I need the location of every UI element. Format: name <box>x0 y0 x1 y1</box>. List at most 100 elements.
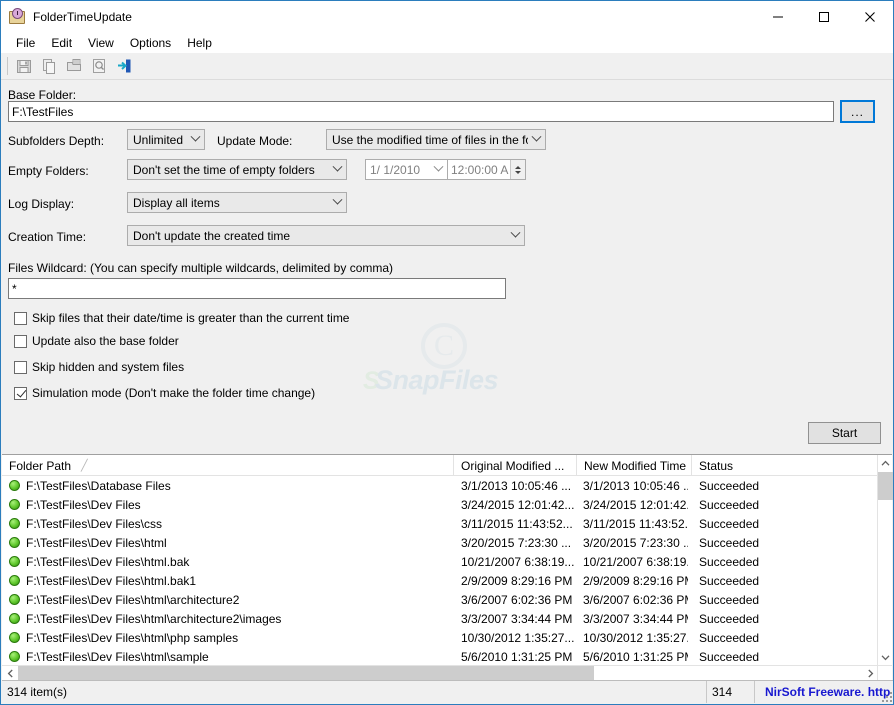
minimize-button[interactable] <box>755 1 801 32</box>
folder-path-text: F:\TestFiles\Database Files <box>26 478 171 493</box>
checkbox-box[interactable] <box>14 360 27 374</box>
checkbox-box[interactable] <box>14 386 27 400</box>
column-header-new-modified[interactable]: New Modified Time <box>577 455 692 476</box>
green-circle-icon <box>9 594 20 605</box>
scroll-up-icon[interactable] <box>878 455 893 472</box>
results-list: Folder Path ╱ Original Modified ... New … <box>2 454 893 681</box>
sort-indicator-icon: ╱ <box>81 460 88 472</box>
properties-icon[interactable] <box>62 55 86 78</box>
menu-bar: File Edit View Options Help <box>1 32 893 53</box>
column-label: Folder Path <box>9 458 72 473</box>
checkbox-simulation-mode[interactable]: Simulation mode (Don't make the folder t… <box>14 386 315 400</box>
time-spinner-buttons[interactable] <box>510 160 525 179</box>
cell-original-modified: 2/9/2009 8:29:16 PM <box>461 573 573 588</box>
cell-status: Succeeded <box>699 478 760 493</box>
menu-item-help[interactable]: Help <box>179 34 220 52</box>
cell-status: Succeeded <box>699 535 760 550</box>
table-row[interactable]: F:\TestFiles\Dev Files\html.bak 10/21/20… <box>2 552 878 571</box>
subfolders-depth-select[interactable]: Unlimited <box>127 129 205 150</box>
table-row[interactable]: F:\TestFiles\Database Files 3/1/2013 10:… <box>2 476 878 495</box>
checkbox-box[interactable] <box>14 311 27 325</box>
application-window: FolderTimeUpdate File Edit View Options … <box>0 0 894 705</box>
toolbar-grip <box>7 57 8 75</box>
scroll-down-icon[interactable] <box>878 649 893 666</box>
creation-time-select[interactable]: Don't update the created time <box>127 225 525 246</box>
table-row[interactable]: F:\TestFiles\Dev Files\html\architecture… <box>2 590 878 609</box>
checkbox-box[interactable] <box>14 334 27 348</box>
column-header-folder-path[interactable]: Folder Path ╱ <box>2 455 454 476</box>
maximize-button[interactable] <box>801 1 847 32</box>
green-circle-icon <box>9 480 20 491</box>
chevron-down-icon <box>187 131 204 143</box>
folder-path-text: F:\TestFiles\Dev Files\html <box>26 535 167 550</box>
empty-folders-value: Don't set the time of empty folders <box>133 162 315 177</box>
log-display-select[interactable]: Display all items <box>127 192 347 213</box>
vertical-scrollbar[interactable] <box>877 455 893 666</box>
green-circle-icon <box>9 651 20 662</box>
cell-new-modified: 10/21/2007 6:38:19... <box>583 554 688 569</box>
empty-folders-select[interactable]: Don't set the time of empty folders <box>127 159 347 180</box>
table-row[interactable]: F:\TestFiles\Dev Files\html 3/20/2015 7:… <box>2 533 878 552</box>
menu-item-view[interactable]: View <box>80 34 122 52</box>
table-row[interactable]: F:\TestFiles\Dev Files\html\architecture… <box>2 609 878 628</box>
time-spinner-input[interactable]: 12:00:00 A <box>448 159 526 180</box>
browse-button[interactable]: ... <box>840 100 875 123</box>
menu-item-options[interactable]: Options <box>122 34 179 52</box>
cell-status: Succeeded <box>699 573 760 588</box>
save-icon[interactable] <box>12 55 36 78</box>
folder-path-text: F:\TestFiles\Dev Files\html.bak1 <box>26 573 197 588</box>
scroll-right-icon[interactable] <box>862 666 878 681</box>
checkbox-label: Skip hidden and system files <box>32 360 185 374</box>
menu-item-edit[interactable]: Edit <box>43 34 80 52</box>
table-row[interactable]: F:\TestFiles\Dev Files\html\php samples … <box>2 628 878 647</box>
copy-icon[interactable] <box>37 55 61 78</box>
checkbox-label: Update also the base folder <box>32 334 179 348</box>
cell-new-modified: 10/30/2012 1:35:27... <box>583 630 688 645</box>
date-picker-input[interactable]: 1/ 1/2010 <box>365 159 448 180</box>
horizontal-scroll-thumb[interactable] <box>18 666 594 681</box>
spinner-down-icon[interactable] <box>515 170 521 174</box>
find-icon[interactable] <box>87 55 111 78</box>
scroll-left-icon[interactable] <box>2 666 18 681</box>
close-button[interactable] <box>847 1 893 32</box>
cell-original-modified: 10/30/2012 1:35:27... <box>461 630 574 645</box>
update-mode-label: Update Mode: <box>217 134 293 148</box>
column-header-status[interactable]: Status <box>692 455 878 476</box>
green-circle-icon <box>9 537 20 548</box>
vertical-scroll-thumb[interactable] <box>878 472 893 500</box>
folder-clock-icon <box>9 8 26 25</box>
checkbox-skip-hidden-system[interactable]: Skip hidden and system files <box>14 360 184 374</box>
folder-path-text: F:\TestFiles\Dev Files\css <box>26 516 163 531</box>
base-folder-input[interactable]: F:\TestFiles <box>8 101 834 122</box>
cell-new-modified: 3/11/2015 11:43:52... <box>583 516 688 531</box>
horizontal-scrollbar[interactable] <box>2 665 878 681</box>
column-header-original-modified[interactable]: Original Modified ... <box>454 455 577 476</box>
exit-icon[interactable] <box>112 55 136 78</box>
status-bar: 314 item(s) 314 NirSoft Freeware. http <box>2 680 893 703</box>
checkbox-skip-future-files[interactable]: Skip files that their date/time is great… <box>14 311 349 325</box>
cell-original-modified: 3/1/2013 10:05:46 ... <box>461 478 572 493</box>
table-row[interactable]: F:\TestFiles\Dev Files\css 3/11/2015 11:… <box>2 514 878 533</box>
log-display-label: Log Display: <box>8 197 75 211</box>
spinner-up-icon[interactable] <box>515 165 521 169</box>
table-row[interactable]: F:\TestFiles\Dev Files 3/24/2015 12:01:4… <box>2 495 878 514</box>
table-row[interactable]: F:\TestFiles\Dev Files\html.bak1 2/9/200… <box>2 571 878 590</box>
cell-new-modified: 5/6/2010 1:31:25 PM <box>583 649 688 664</box>
cell-original-modified: 3/11/2015 11:43:52... <box>461 516 573 531</box>
menu-item-file[interactable]: File <box>8 34 43 52</box>
update-mode-select[interactable]: Use the modified time of files in the fo… <box>326 129 546 150</box>
resize-grip-icon[interactable] <box>880 690 892 702</box>
time-value: 12:00:00 A <box>451 162 509 177</box>
start-button[interactable]: Start <box>808 422 881 444</box>
files-wildcard-input[interactable]: * <box>8 278 506 299</box>
window-controls <box>755 1 893 32</box>
table-row[interactable]: F:\TestFiles\Dev Files\html\sample 5/6/2… <box>2 647 878 666</box>
cell-new-modified: 3/20/2015 7:23:30 ... <box>583 535 688 550</box>
title-bar: FolderTimeUpdate <box>1 1 893 32</box>
cell-original-modified: 10/21/2007 6:38:19... <box>461 554 574 569</box>
checkbox-update-base-folder[interactable]: Update also the base folder <box>14 334 179 348</box>
cell-new-modified: 2/9/2009 8:29:16 PM <box>583 573 688 588</box>
cell-original-modified: 5/6/2010 1:31:25 PM <box>461 649 573 664</box>
cell-status: Succeeded <box>699 516 760 531</box>
status-nirsoft-link[interactable]: NirSoft Freeware. http <box>755 681 893 703</box>
